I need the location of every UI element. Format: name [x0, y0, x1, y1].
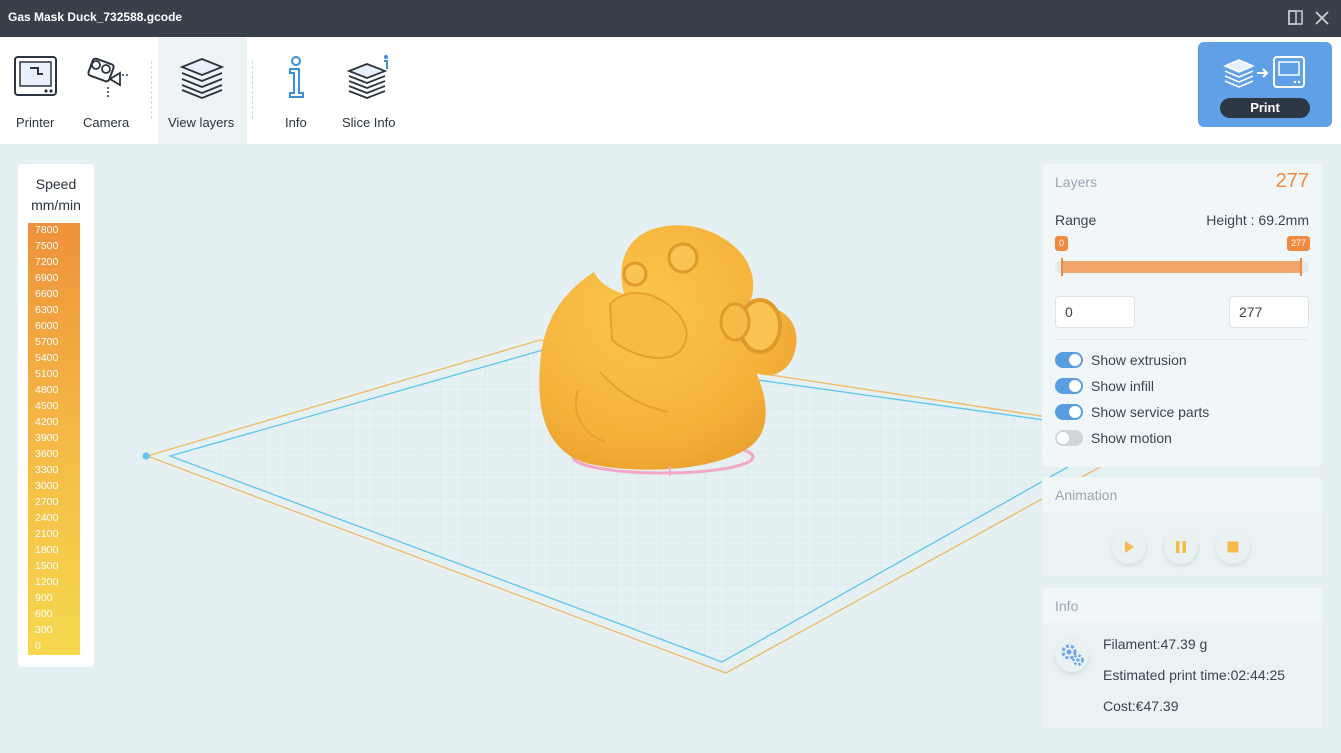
speed-legend: Speed mm/min 7800 7500 7200 6900 6600 6300 600… [18, 164, 94, 667]
speed-legend-tick: 6000 [35, 320, 59, 332]
gcode-model-duck [539, 225, 797, 470]
speed-legend-tick: 7800 [35, 224, 59, 236]
range-max-input[interactable] [1229, 296, 1309, 328]
layers-panel-title: Layers [1055, 174, 1098, 190]
speed-legend-tick: 3300 [35, 464, 59, 476]
layers-panel: Layers 277 Range Height : 69.2mm 0 277 S… [1042, 164, 1322, 467]
speed-legend-tick: 5700 [35, 336, 59, 348]
info-icon [289, 56, 304, 98]
close-window-icon[interactable] [1313, 9, 1331, 27]
layer-range-fill [1062, 261, 1301, 273]
speed-legend-tick: 3600 [35, 448, 59, 460]
info-body: Filament:47.39 g Estimated print time:02… [1042, 623, 1322, 729]
speed-legend-tick: 600 [35, 608, 53, 620]
show-extrusion-switch[interactable] [1055, 352, 1083, 368]
speed-legend-unit: mm/min [31, 197, 81, 213]
cost-info: Cost:€47.39 [1103, 698, 1179, 714]
range-min-input[interactable] [1055, 296, 1135, 328]
range-min-handle[interactable] [1061, 258, 1063, 276]
toolbar-separator [252, 61, 253, 119]
speed-legend-tick: 4500 [35, 400, 59, 412]
toolbar-info-button[interactable]: Info [262, 37, 330, 144]
show-infill-switch[interactable] [1055, 378, 1083, 394]
print-time-info: Estimated print time:02:44:25 [1103, 667, 1286, 683]
panel-divider [1055, 339, 1309, 340]
pause-button[interactable] [1164, 530, 1198, 564]
filament-info: Filament:47.39 g [1103, 636, 1208, 652]
toolbar-slice-info-label: Slice Info [342, 115, 396, 130]
toolbar-printer-button[interactable]: Printer [0, 37, 72, 144]
toolbar-slice-info-button[interactable]: Slice Info [335, 37, 403, 144]
show-infill-toggle[interactable]: Show infill [1055, 377, 1154, 395]
speed-legend-tick: 1800 [35, 544, 59, 556]
speed-legend-tick: 5100 [35, 368, 59, 380]
speed-legend-tick: 0 [35, 640, 41, 652]
show-motion-label: Show motion [1091, 430, 1172, 446]
speed-legend-tick: 6600 [35, 288, 59, 300]
stop-icon [1227, 541, 1239, 553]
speed-legend-tick: 2700 [35, 496, 59, 508]
show-extrusion-toggle[interactable]: Show extrusion [1055, 351, 1187, 369]
show-service-parts-switch[interactable] [1055, 404, 1083, 420]
info-panel: Info Filament:47.39 g Estimated print ti… [1042, 588, 1322, 729]
speed-legend-tick: 5400 [35, 352, 59, 364]
show-motion-toggle[interactable]: Show motion [1055, 429, 1172, 447]
speed-legend-tick: 2100 [35, 528, 59, 540]
animation-controls [1042, 512, 1322, 577]
play-icon [1125, 541, 1134, 553]
speed-legend-tick: 3000 [35, 480, 59, 492]
toolbar-printer-label: Printer [16, 115, 55, 130]
speed-legend-tick: 1200 [35, 576, 59, 588]
speed-legend-tick: 7500 [35, 240, 59, 252]
camera-icon [87, 57, 130, 97]
print-icon [1223, 56, 1305, 88]
origin-marker [142, 452, 150, 460]
height-label: Height : 69.2mm [1206, 212, 1309, 228]
layers-count: 277 [1275, 170, 1309, 192]
layers-icon [179, 58, 225, 99]
show-service-parts-label: Show service parts [1091, 404, 1210, 420]
speed-legend-tick: 7200 [35, 256, 59, 268]
show-motion-switch[interactable] [1055, 430, 1083, 446]
restore-window-icon[interactable] [1287, 9, 1305, 27]
speed-legend-tick: 4800 [35, 384, 59, 396]
animation-panel: Animation [1042, 477, 1322, 577]
range-max-handle[interactable] [1300, 258, 1302, 276]
toolbar-view-layers-label: View layers [168, 115, 235, 130]
speed-legend-tick: 6300 [35, 304, 59, 316]
toolbar-view-layers-button[interactable]: View layers [158, 37, 247, 144]
toolbar-camera-button[interactable]: Camera [72, 37, 144, 144]
printer-icon [14, 56, 57, 96]
title-bar: Gas Mask Duck_732588.gcode [0, 0, 1341, 37]
speed-legend-label: Speed [35, 176, 77, 192]
toolbar-separator [151, 61, 152, 119]
speed-legend-tick: 4200 [35, 416, 59, 428]
speed-legend-tick: 900 [35, 592, 53, 604]
window-title: Gas Mask Duck_732588.gcode [8, 10, 183, 24]
toolbar-camera-label: Camera [83, 115, 130, 130]
toolbar-info-label: Info [285, 115, 307, 130]
show-service-parts-toggle[interactable]: Show service parts [1055, 403, 1209, 421]
toolbar: Printer Camera View layers Info Slice In… [0, 37, 1341, 144]
gear-icon [1055, 638, 1089, 672]
stop-button[interactable] [1216, 530, 1250, 564]
speed-legend-tick: 2400 [35, 512, 59, 524]
range-max-tag: 277 [1287, 236, 1311, 251]
range-label: Range [1055, 212, 1097, 228]
show-infill-label: Show infill [1091, 378, 1155, 394]
speed-legend-tick: 300 [35, 624, 53, 636]
slice-info-icon [346, 55, 388, 99]
pause-icon [1176, 541, 1186, 553]
play-button[interactable] [1112, 530, 1146, 564]
print-button-label: Print [1220, 98, 1310, 118]
speed-legend-tick: 1500 [35, 560, 59, 572]
speed-legend-tick: 6900 [35, 272, 59, 284]
range-min-tag: 0 [1055, 236, 1069, 251]
info-panel-title: Info [1055, 598, 1079, 614]
animation-panel-title: Animation [1055, 487, 1118, 503]
print-button[interactable]: Print [1198, 42, 1332, 127]
speed-legend-tick: 3900 [35, 432, 59, 444]
speed-legend-title: Speed mm/min [18, 174, 94, 216]
show-extrusion-label: Show extrusion [1091, 352, 1187, 368]
